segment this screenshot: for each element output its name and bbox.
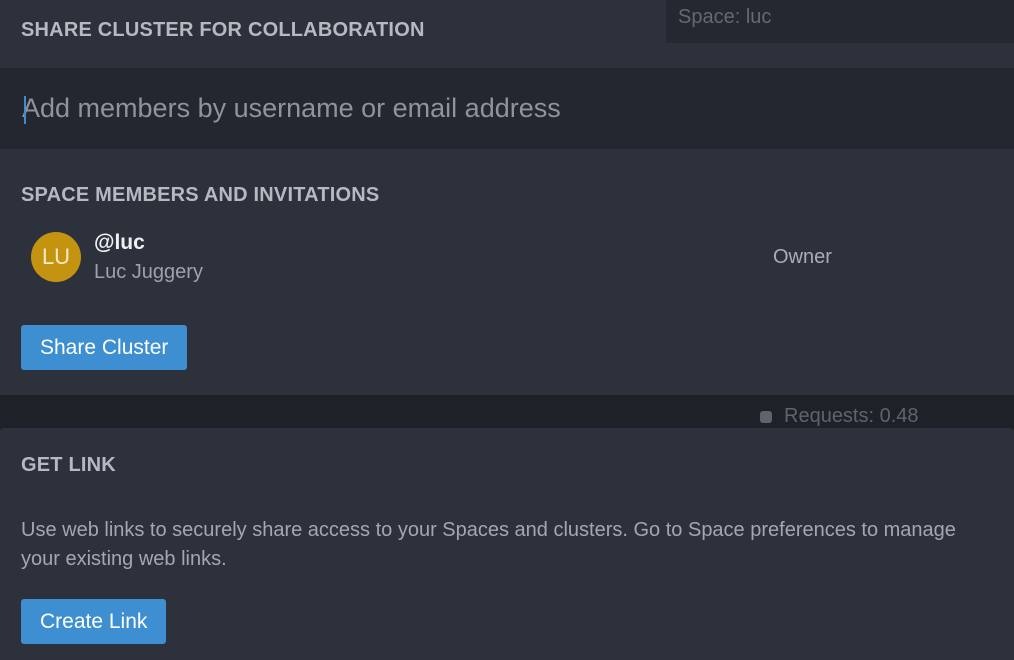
avatar: LU [31,232,81,282]
share-cluster-title: SHARE CLUSTER FOR COLLABORATION [21,19,425,41]
space-indicator: Space: luc [666,0,1014,43]
share-cluster-button[interactable]: Share Cluster [21,325,188,370]
member-row: LU @luc Luc Juggery Owner [21,222,981,294]
space-members-title: SPACE MEMBERS AND INVITATIONS [21,184,380,206]
requests-label: Requests: 0.48 [784,405,919,427]
get-link-panel: GET LINK Use web links to securely share… [0,428,1014,660]
share-cluster-panel: SHARE CLUSTER FOR COLLABORATION Space: l… [0,0,1014,395]
add-members-input[interactable] [22,86,982,130]
member-input-container [0,68,1014,149]
requests-indicator: Requests: 0.48 [760,405,919,428]
text-caret [24,96,26,124]
member-role: Owner [773,246,832,268]
get-link-title: GET LINK [21,454,116,476]
create-link-button[interactable]: Create Link [21,599,167,644]
member-full-name: Luc Juggery [94,261,203,283]
page: SHARE CLUSTER FOR COLLABORATION Space: l… [0,0,1014,660]
space-indicator-label: Space: luc [678,6,772,28]
requests-dot-icon [760,410,772,423]
member-username: @luc [94,231,145,254]
get-link-description: Use web links to securely share access t… [21,519,956,570]
